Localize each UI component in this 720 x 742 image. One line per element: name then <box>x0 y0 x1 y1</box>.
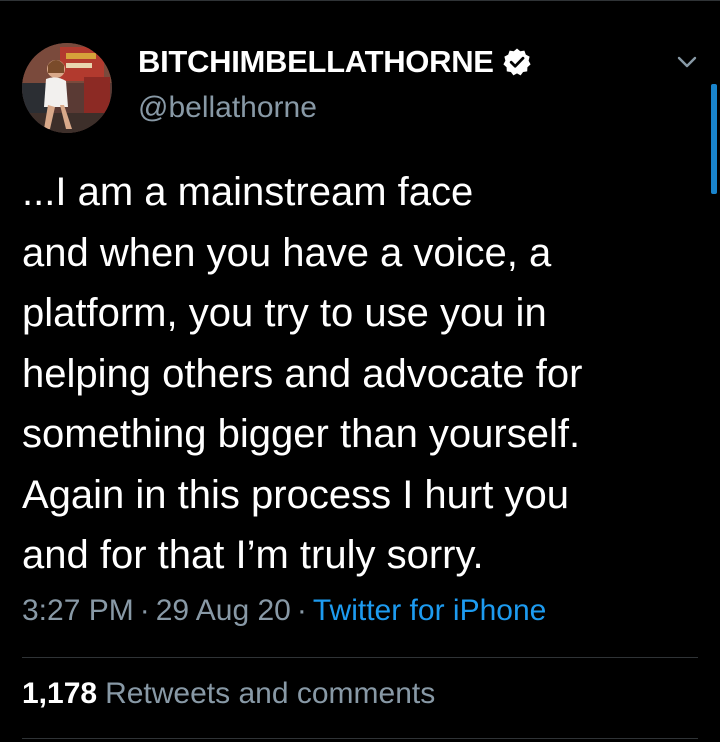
divider <box>22 738 698 739</box>
tweet-text-line: and when you have a voice, a <box>22 230 552 275</box>
tweet: BITCHIMBELLATHORNE @bellathorne ...I am … <box>0 0 720 742</box>
author-handle[interactable]: @bellathorne <box>138 91 317 125</box>
tweet-time[interactable]: 3:27 PM <box>22 594 134 627</box>
retweets-count: 1,178 <box>22 677 98 710</box>
tweet-text-line: and for that I’m truly sorry. <box>22 533 484 577</box>
tweet-text-line: something bigger than yourself. <box>22 412 581 456</box>
verified-badge-icon <box>502 47 532 77</box>
author-name-row[interactable]: BITCHIMBELLATHORNE <box>138 44 532 80</box>
meta-separator: · <box>296 594 307 627</box>
retweets-label: Retweets and comments <box>105 677 436 710</box>
tweet-meta: 3:27 PM · 29 Aug 20 · Twitter for iPhone <box>22 594 546 628</box>
retweets-stat[interactable]: 1,178 Retweets and comments <box>22 677 435 711</box>
meta-separator: · <box>139 594 150 627</box>
avatar[interactable] <box>22 43 112 133</box>
tweet-date[interactable]: 29 Aug 20 <box>156 594 291 627</box>
tweet-text-line: platform, you try to use you in <box>22 291 547 335</box>
display-name[interactable]: BITCHIMBELLATHORNE <box>138 44 494 80</box>
tweet-text: ...I am a mainstream face and when you h… <box>22 162 712 586</box>
tweet-text-line: helping others and advocate for <box>22 351 583 396</box>
avatar-image <box>22 43 112 133</box>
chevron-down-icon[interactable] <box>672 50 702 74</box>
tweet-text-line: Again in this process I hurt you <box>22 472 569 517</box>
tweet-source-link[interactable]: Twitter for iPhone <box>313 594 546 627</box>
divider <box>22 657 698 658</box>
tweet-text-line: ...I am a mainstream face <box>22 170 474 214</box>
